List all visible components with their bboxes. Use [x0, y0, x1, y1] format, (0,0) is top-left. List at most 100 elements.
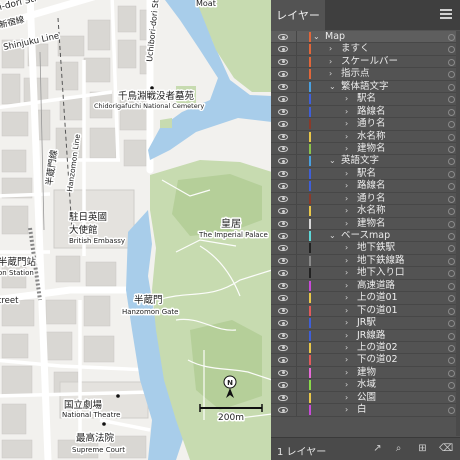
visibility-eye-icon[interactable] [278, 58, 288, 65]
lock-column[interactable] [296, 130, 297, 142]
target-circle-icon[interactable] [448, 233, 455, 240]
lock-column[interactable] [296, 167, 297, 180]
layer-row[interactable]: › 路線名 [271, 105, 460, 119]
layer-row[interactable]: › 駅名 [271, 167, 460, 181]
tab-layers[interactable]: レイヤー [271, 0, 325, 30]
target-circle-icon[interactable] [448, 133, 455, 141]
chevron-right-icon[interactable]: › [345, 267, 348, 279]
visibility-eye-icon[interactable] [278, 71, 288, 78]
chevron-right-icon[interactable]: › [345, 93, 348, 105]
lock-column[interactable] [296, 329, 297, 341]
target-circle-icon[interactable] [448, 195, 455, 203]
chevron-right-icon[interactable]: › [345, 330, 348, 342]
lock-column[interactable] [296, 192, 297, 205]
lock-column[interactable] [296, 304, 297, 317]
visibility-eye-icon[interactable] [278, 307, 288, 314]
lock-column[interactable] [296, 354, 297, 366]
chevron-down-icon[interactable]: ⌄ [329, 155, 336, 167]
chevron-right-icon[interactable]: › [345, 118, 348, 130]
chevron-right-icon[interactable]: › [345, 205, 348, 217]
visibility-eye-icon[interactable] [278, 332, 288, 339]
visibility-eye-icon[interactable] [278, 245, 288, 252]
visibility-eye-icon[interactable] [278, 407, 288, 414]
target-circle-icon[interactable] [448, 282, 455, 290]
chevron-right-icon[interactable]: › [329, 56, 332, 68]
lock-column[interactable] [296, 254, 297, 267]
layer-row[interactable]: › 水名称 [271, 205, 460, 218]
visibility-eye-icon[interactable] [278, 295, 288, 302]
visibility-eye-icon[interactable] [278, 121, 288, 128]
visibility-eye-icon[interactable] [278, 369, 288, 376]
target-circle-icon[interactable] [448, 369, 455, 377]
chevron-down-icon[interactable]: ⌄ [329, 230, 336, 242]
layer-row[interactable]: › 路線名 [271, 180, 460, 193]
layer-row[interactable]: › 上の道01 [271, 292, 460, 305]
lock-column[interactable] [296, 80, 297, 93]
chevron-right-icon[interactable]: › [329, 43, 332, 55]
visibility-eye-icon[interactable] [278, 158, 288, 165]
target-circle-icon[interactable] [448, 257, 455, 265]
visibility-eye-icon[interactable] [278, 34, 288, 40]
search-icon[interactable]: ⌕ [393, 443, 404, 454]
lock-column[interactable] [296, 292, 297, 304]
layer-row[interactable]: › 地下鉄線路 [271, 254, 460, 268]
visibility-eye-icon[interactable] [278, 220, 288, 227]
lock-column[interactable] [296, 379, 297, 391]
layer-row[interactable]: ⌄ 英語文字 [271, 155, 460, 168]
layer-row[interactable]: ⌄ Map [271, 31, 460, 44]
lock-column[interactable] [296, 43, 297, 55]
lock-column[interactable] [296, 366, 297, 379]
chevron-right-icon[interactable]: › [345, 255, 348, 267]
visibility-eye-icon[interactable] [278, 195, 288, 202]
chevron-right-icon[interactable]: › [345, 180, 348, 192]
visibility-eye-icon[interactable] [278, 170, 288, 177]
chevron-right-icon[interactable]: › [345, 367, 348, 379]
chevron-right-icon[interactable]: › [345, 143, 348, 155]
chevron-right-icon[interactable]: › [345, 131, 348, 143]
target-circle-icon[interactable] [448, 295, 455, 303]
chevron-right-icon[interactable]: › [329, 68, 332, 80]
layer-row[interactable]: › 下の道02 [271, 354, 460, 367]
layer-row[interactable]: › 地下鉄駅 [271, 242, 460, 255]
layer-row[interactable]: › ますく [271, 43, 460, 56]
lock-column[interactable] [296, 142, 297, 155]
chevron-right-icon[interactable]: › [345, 379, 348, 391]
visibility-eye-icon[interactable] [278, 382, 288, 389]
target-circle-icon[interactable] [448, 332, 455, 340]
target-circle-icon[interactable] [448, 245, 455, 253]
target-circle-icon[interactable] [448, 83, 455, 91]
layer-row[interactable]: › JR線路 [271, 329, 460, 342]
visibility-eye-icon[interactable] [278, 96, 288, 103]
chevron-right-icon[interactable]: › [345, 404, 348, 416]
export-icon[interactable]: ↗ [372, 443, 383, 454]
chevron-right-icon[interactable]: › [345, 106, 348, 118]
lock-column[interactable] [296, 242, 297, 254]
panel-menu-icon[interactable] [440, 9, 452, 19]
chevron-right-icon[interactable]: › [345, 242, 348, 254]
layer-row[interactable]: › 上の道02 [271, 341, 460, 355]
visibility-eye-icon[interactable] [278, 145, 288, 152]
chevron-right-icon[interactable]: › [345, 342, 348, 354]
layer-row[interactable]: › 水名称 [271, 130, 460, 143]
target-circle-icon[interactable] [448, 220, 455, 228]
visibility-eye-icon[interactable] [278, 208, 288, 215]
visibility-eye-icon[interactable] [278, 394, 288, 401]
visibility-eye-icon[interactable] [278, 108, 288, 115]
target-circle-icon[interactable] [448, 344, 455, 352]
layer-row[interactable]: › 通り名 [271, 118, 460, 131]
lock-column[interactable] [296, 279, 297, 292]
layer-row[interactable]: › 駅名 [271, 93, 460, 106]
chevron-right-icon[interactable]: › [345, 193, 348, 205]
visibility-eye-icon[interactable] [278, 270, 288, 277]
target-circle-icon[interactable] [448, 34, 455, 41]
lock-column[interactable] [296, 217, 297, 229]
lock-column[interactable] [296, 267, 297, 279]
layer-row[interactable]: ⌄ 繁体語文字 [271, 80, 460, 94]
chevron-right-icon[interactable]: › [345, 317, 348, 329]
target-circle-icon[interactable] [448, 170, 455, 178]
lock-column[interactable] [296, 155, 297, 167]
chevron-right-icon[interactable]: › [345, 292, 348, 304]
target-circle-icon[interactable] [448, 320, 455, 328]
layer-row[interactable]: › 白 [271, 404, 460, 417]
layer-row[interactable]: ⌄ ベースmap [271, 230, 460, 243]
